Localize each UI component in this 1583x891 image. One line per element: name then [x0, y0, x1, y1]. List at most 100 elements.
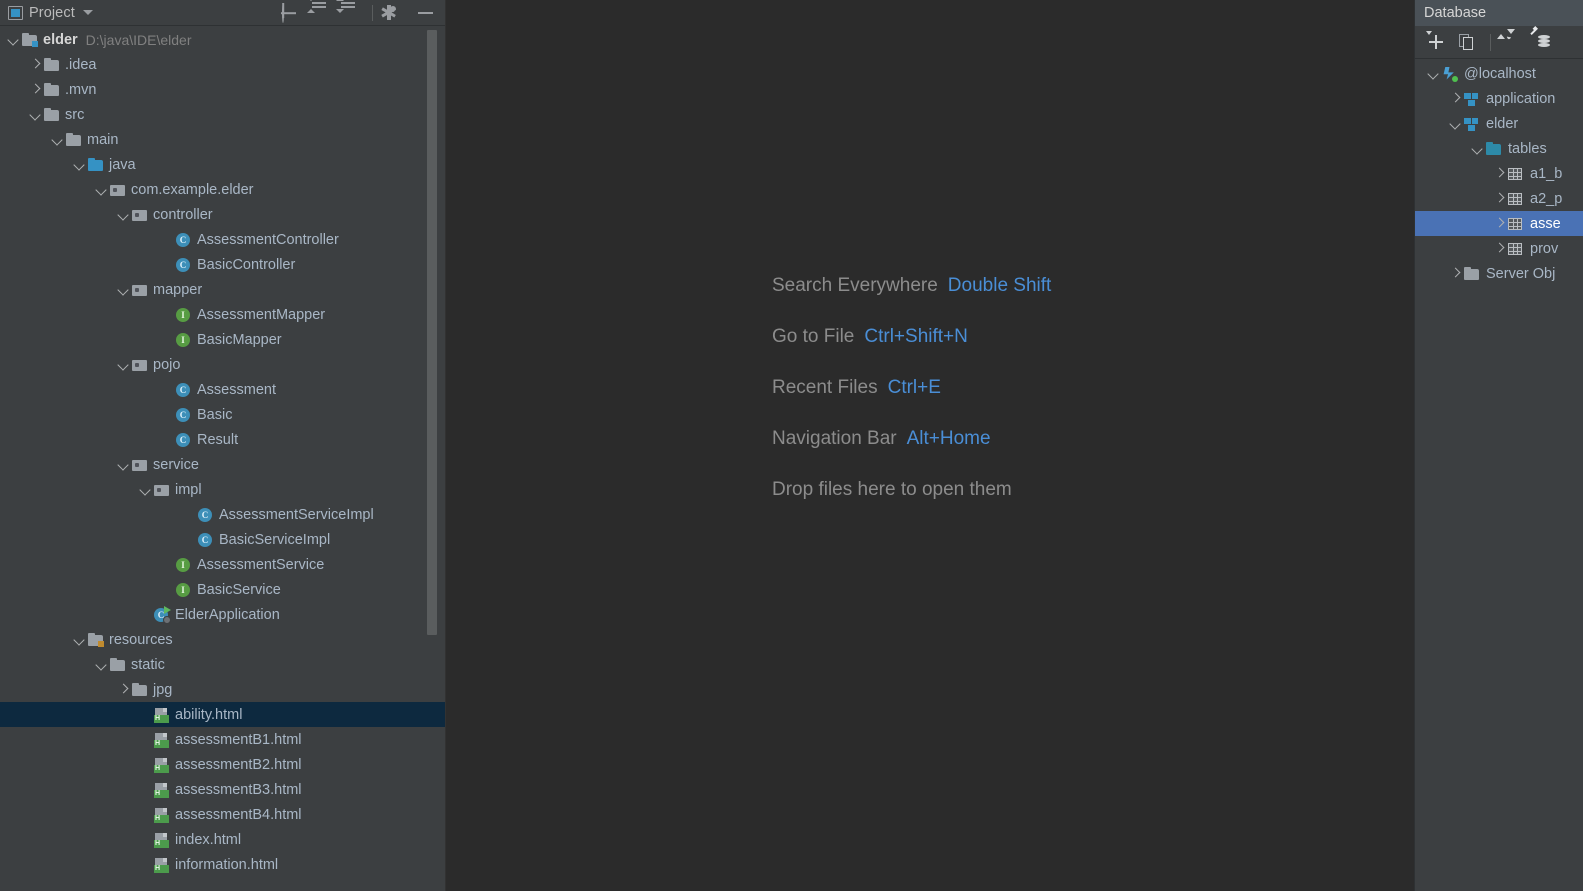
- tree-node-pojo[interactable]: pojo: [0, 352, 445, 377]
- editor-hint-shortcut: Double Shift: [947, 275, 1052, 296]
- tree-node-basicmapper[interactable]: I BasicMapper: [0, 327, 445, 352]
- project-file-tree[interactable]: elder D:\java\IDE\elder .idea .mvn src main ja…: [0, 26, 445, 891]
- chevron-right-icon[interactable]: [27, 82, 43, 98]
- data-sources-properties-button[interactable]: [1529, 26, 1555, 50]
- chevron-down-icon[interactable]: [93, 182, 109, 198]
- tree-node-service[interactable]: service: [0, 452, 445, 477]
- tree-node-mapper[interactable]: mapper: [0, 277, 445, 302]
- tree-node-basic[interactable]: C Basic: [0, 402, 445, 427]
- chevron-down-icon[interactable]: [115, 207, 131, 223]
- class-icon: C: [175, 407, 192, 423]
- tree-node-assessmentb4-html[interactable]: HassessmentB4.html: [0, 802, 445, 827]
- chevron-down-icon[interactable]: [5, 32, 21, 48]
- tree-node-main[interactable]: main: [0, 127, 445, 152]
- package-icon: [131, 457, 148, 473]
- new-datasource-button[interactable]: [1426, 31, 1444, 50]
- html-file-icon: H: [153, 807, 170, 823]
- package-icon: [153, 482, 170, 498]
- chevron-down-icon[interactable]: [115, 282, 131, 298]
- tree-node-label: java: [109, 156, 136, 173]
- chevron-right-icon[interactable]: [115, 682, 131, 698]
- settings-button[interactable]: [381, 4, 405, 21]
- tree-node-assessmentb3-html[interactable]: HassessmentB3.html: [0, 777, 445, 802]
- refresh-button[interactable]: [1497, 29, 1522, 50]
- select-opened-file-button[interactable]: [282, 3, 298, 23]
- folder-icon: [1463, 266, 1481, 282]
- tree-node-static[interactable]: static: [0, 652, 445, 677]
- tree-node-information-html[interactable]: Hinformation.html: [0, 852, 445, 877]
- tree-node-assessmentb2-html[interactable]: HassessmentB2.html: [0, 752, 445, 777]
- tree-node-com-example-elder[interactable]: com.example.elder: [0, 177, 445, 202]
- editor-hint-row: Go to File Ctrl+Shift+N: [772, 326, 1392, 348]
- chevron-down-icon[interactable]: [71, 157, 87, 173]
- tree-node-mvn[interactable]: .mvn: [0, 77, 445, 102]
- db-tree-node-elder[interactable]: elder: [1415, 111, 1583, 136]
- tree-node-impl[interactable]: impl: [0, 477, 445, 502]
- chevron-down-icon[interactable]: [137, 482, 153, 498]
- chevron-right-icon[interactable]: [1447, 91, 1463, 107]
- tree-node-jpg[interactable]: jpg: [0, 677, 445, 702]
- tree-node-basiccontroller[interactable]: C BasicController: [0, 252, 445, 277]
- tree-node-assessmentservice[interactable]: I AssessmentService: [0, 552, 445, 577]
- chevron-down-icon[interactable]: [93, 657, 109, 673]
- tree-node-controller[interactable]: controller: [0, 202, 445, 227]
- chevron-down-icon[interactable]: [115, 357, 131, 373]
- chevron-right-icon[interactable]: [27, 57, 43, 73]
- project-scrollbar-thumb[interactable]: [427, 30, 437, 635]
- editor-empty-area[interactable]: Search Everywhere Double Shift Go to File C…: [447, 0, 1414, 891]
- duplicate-button[interactable]: [1459, 34, 1475, 50]
- database-toolbar: [1415, 26, 1583, 59]
- tree-node-ability-html[interactable]: Hability.html: [0, 702, 445, 727]
- db-tree-node-asse[interactable]: asse: [1415, 211, 1583, 236]
- db-tree-node-label: a2_p: [1530, 190, 1563, 207]
- chevron-down-icon[interactable]: [49, 132, 65, 148]
- chevron-right-icon[interactable]: [1447, 266, 1463, 282]
- chevron-right-icon[interactable]: [1491, 166, 1507, 182]
- chevron-right-icon[interactable]: [1491, 216, 1507, 232]
- tree-node-idea[interactable]: .idea: [0, 52, 445, 77]
- toolbar-divider: [372, 4, 373, 21]
- collapse-all-button[interactable]: [336, 0, 356, 21]
- db-tree-node-tables[interactable]: tables: [1415, 136, 1583, 161]
- tree-node-label: assessmentB3.html: [175, 781, 302, 798]
- connection-icon: [1441, 66, 1459, 82]
- tree-node-resources[interactable]: resources: [0, 627, 445, 652]
- db-tree-node-prov[interactable]: prov: [1415, 236, 1583, 261]
- chevron-down-icon[interactable]: [1469, 141, 1485, 157]
- hide-panel-button[interactable]: [418, 5, 434, 21]
- tree-node-src[interactable]: src: [0, 102, 445, 127]
- tree-node-assessmentmapper[interactable]: I AssessmentMapper: [0, 302, 445, 327]
- db-tree-node-application[interactable]: application: [1415, 86, 1583, 111]
- db-tree-node-server-obj[interactable]: Server Obj: [1415, 261, 1583, 286]
- db-tree-node-localhost[interactable]: @localhost: [1415, 61, 1583, 86]
- chevron-down-icon[interactable]: [82, 10, 93, 15]
- tree-node-assessment[interactable]: C Assessment: [0, 377, 445, 402]
- tree-node-java[interactable]: java: [0, 152, 445, 177]
- chevron-down-icon[interactable]: [1447, 116, 1463, 132]
- db-tree-node-a1-b[interactable]: a1_b: [1415, 161, 1583, 186]
- tree-node-basicserviceimpl[interactable]: C BasicServiceImpl: [0, 527, 445, 552]
- chevron-down-icon[interactable]: [27, 107, 43, 123]
- tree-node-assessmentserviceimpl[interactable]: C AssessmentServiceImpl: [0, 502, 445, 527]
- db-tree-node-label: elder: [1486, 115, 1519, 132]
- chevron-right-icon[interactable]: [1491, 191, 1507, 207]
- expand-all-button[interactable]: [307, 0, 327, 21]
- tree-node-assessmentcontroller[interactable]: C AssessmentController: [0, 227, 445, 252]
- tree-node-label: BasicService: [197, 581, 281, 598]
- table-icon: [1507, 191, 1525, 207]
- tree-node-index-html[interactable]: Hindex.html: [0, 827, 445, 852]
- database-tool-window: Database @localhost application elder table…: [1414, 0, 1583, 891]
- tree-node-elder[interactable]: elder D:\java\IDE\elder: [0, 27, 445, 52]
- db-tree-node-a2-p[interactable]: a2_p: [1415, 186, 1583, 211]
- chevron-right-icon[interactable]: [1491, 241, 1507, 257]
- chevron-down-icon[interactable]: [1425, 66, 1441, 82]
- chevron-down-icon[interactable]: [115, 457, 131, 473]
- chevron-down-icon[interactable]: [71, 632, 87, 648]
- tree-node-basicservice[interactable]: I BasicService: [0, 577, 445, 602]
- tree-node-result[interactable]: C Result: [0, 427, 445, 452]
- tree-node-assessmentb1-html[interactable]: HassessmentB1.html: [0, 727, 445, 752]
- tree-node-elderapplication[interactable]: C ElderApplication: [0, 602, 445, 627]
